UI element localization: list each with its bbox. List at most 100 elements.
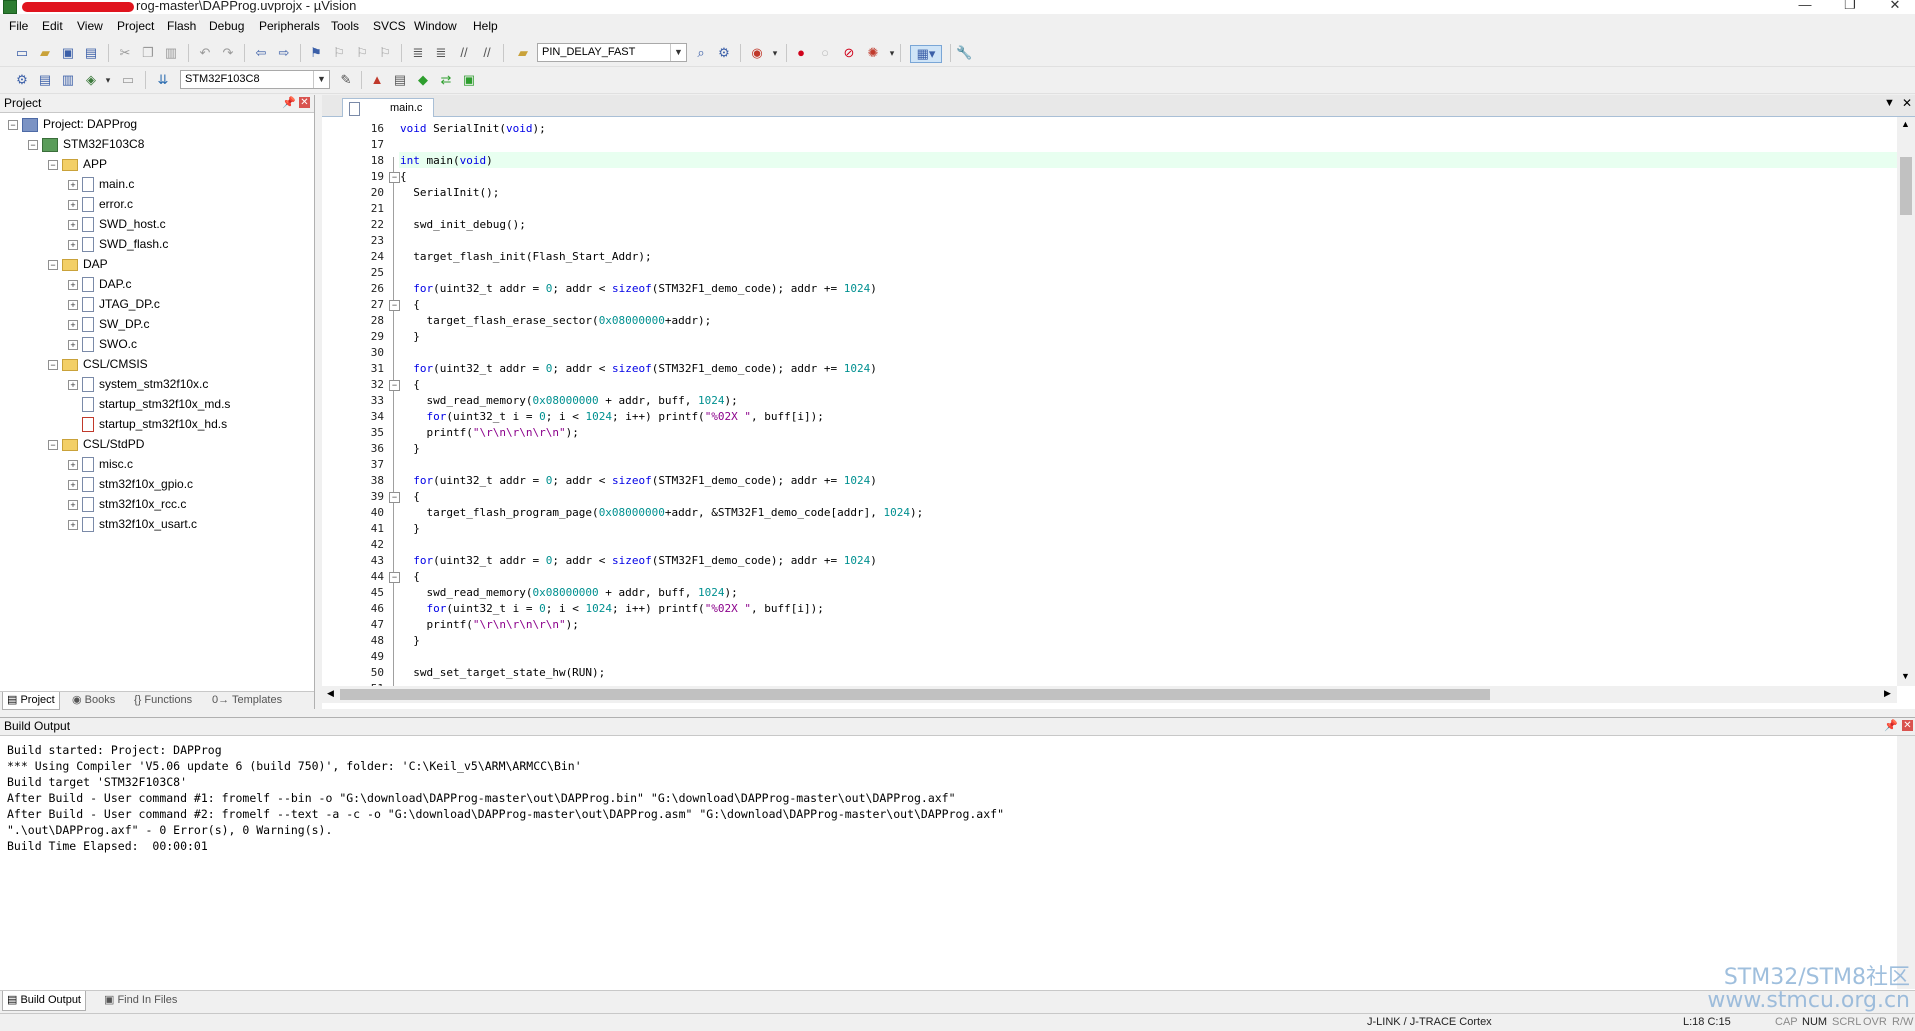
tree-project-root[interactable]: − Project: DAPProg — [8, 115, 137, 135]
close-tab-icon[interactable]: ✕ — [1902, 96, 1912, 110]
bookmark-next-icon[interactable]: ⚐ — [354, 45, 370, 61]
tree-group-app[interactable]: − APP — [48, 155, 107, 175]
expand-icon[interactable]: + — [68, 499, 78, 510]
tree-file[interactable]: + stm32f10x_gpio.c — [68, 475, 193, 495]
incremental-find-icon[interactable]: ⚙ — [716, 45, 732, 61]
nav-forward-icon[interactable]: ⇨ — [276, 45, 292, 61]
build-icon[interactable]: ▤ — [37, 72, 53, 88]
tree-file[interactable]: startup_stm32f10x_md.s — [82, 395, 230, 415]
build-output-text[interactable]: Build started: Project: DAPProg *** Using… — [0, 737, 1890, 987]
tab-templates[interactable]: 0→ Templates — [208, 692, 286, 709]
find-icon[interactable]: ⌕ — [693, 45, 709, 61]
tab-find-in-files[interactable]: ▣ Find In Files — [100, 991, 181, 1010]
find-in-files-icon[interactable]: ▰ — [515, 45, 531, 61]
menu-peripherals[interactable]: Peripherals — [259, 19, 320, 33]
menu-window[interactable]: Window — [414, 19, 457, 33]
bookmark-clear-icon[interactable]: ⚐ — [377, 45, 393, 61]
build-vertical-scrollbar[interactable] — [1897, 736, 1915, 989]
translate-icon[interactable]: ⚙ — [14, 72, 30, 88]
chevron-down-icon[interactable]: ▾ — [767, 45, 783, 61]
menu-view[interactable]: View — [77, 19, 103, 33]
pack-installer-icon[interactable]: ▤ — [392, 72, 408, 88]
collapse-icon[interactable]: − — [48, 439, 58, 450]
close-icon[interactable]: ✕ — [1902, 720, 1913, 731]
vertical-scroll-thumb[interactable] — [1900, 157, 1912, 215]
fold-toggle-icon[interactable]: − — [389, 492, 400, 503]
close-window-button[interactable]: ✕ — [1880, 0, 1910, 13]
chevron-down-icon[interactable]: ▾ — [100, 72, 116, 88]
tree-file[interactable]: + stm32f10x_rcc.c — [68, 495, 186, 515]
tree-file[interactable]: + SW_DP.c — [68, 315, 149, 335]
bookmark-toggle-icon[interactable]: ⚑ — [308, 45, 324, 61]
tab-books[interactable]: ◉ Books — [68, 692, 119, 709]
target-combo[interactable]: STM32F103C8 ▼ — [180, 70, 330, 89]
expand-icon[interactable]: + — [68, 239, 78, 250]
tree-file[interactable]: + DAP.c — [68, 275, 131, 295]
download-icon[interactable]: ⇊ — [155, 72, 171, 88]
collapse-icon[interactable]: − — [48, 359, 58, 370]
scroll-left-icon[interactable]: ◀ — [327, 688, 334, 699]
expand-icon[interactable]: + — [68, 219, 78, 230]
cut-icon[interactable]: ✂ — [117, 45, 133, 61]
scroll-down-icon[interactable]: ▼ — [1901, 671, 1910, 681]
manage-components-icon[interactable]: ▲ — [369, 72, 385, 88]
scroll-right-icon[interactable]: ▶ — [1884, 688, 1891, 699]
comment-icon[interactable]: // — [456, 45, 472, 61]
configure-icon[interactable]: 🔧 — [956, 45, 972, 61]
save-all-icon[interactable]: ▤ — [83, 45, 99, 61]
breakpoint-disable-icon[interactable]: ⊘ — [841, 45, 857, 61]
tab-project[interactable]: ▤ Project — [2, 692, 60, 710]
fold-toggle-icon[interactable]: − — [389, 572, 400, 583]
tree-file-excluded[interactable]: startup_stm32f10x_hd.s — [82, 415, 227, 435]
chevron-down-icon[interactable]: ▼ — [313, 71, 329, 88]
unindent-icon[interactable]: ≣ — [433, 45, 449, 61]
fold-toggle-icon[interactable]: − — [389, 300, 400, 311]
tree-file[interactable]: + stm32f10x_usart.c — [68, 515, 197, 535]
expand-icon[interactable]: + — [68, 199, 78, 210]
collapse-icon[interactable]: − — [48, 259, 58, 270]
expand-icon[interactable]: + — [68, 459, 78, 470]
tab-build-output[interactable]: ▤ Build Output — [2, 991, 86, 1011]
tree-group-stdpd[interactable]: − CSL/StdPD — [48, 435, 144, 455]
horizontal-scroll-thumb[interactable] — [340, 689, 1490, 700]
save-icon[interactable]: ▣ — [60, 45, 76, 61]
bookmark-prev-icon[interactable]: ⚐ — [331, 45, 347, 61]
debug-session-icon[interactable]: ◉ — [749, 45, 765, 61]
tree-file[interactable]: + main.c — [68, 175, 134, 195]
expand-icon[interactable]: + — [68, 339, 78, 350]
menu-tools[interactable]: Tools — [331, 19, 359, 33]
uncomment-icon[interactable]: // — [479, 45, 495, 61]
copy-icon[interactable]: ❐ — [140, 45, 156, 61]
expand-icon[interactable]: + — [68, 299, 78, 310]
tree-file[interactable]: + error.c — [68, 195, 133, 215]
expand-icon[interactable]: + — [68, 379, 78, 390]
new-file-icon[interactable]: ▭ — [14, 45, 30, 61]
maximize-button[interactable]: ❐ — [1835, 0, 1865, 13]
chevron-down-icon[interactable]: ▼ — [670, 44, 686, 61]
define-combo[interactable]: PIN_DELAY_FAST ▼ — [537, 43, 687, 62]
menu-flash[interactable]: Flash — [167, 19, 196, 33]
undo-icon[interactable]: ↶ — [197, 45, 213, 61]
select-packs-icon[interactable]: ◆ — [415, 72, 431, 88]
collapse-icon[interactable]: − — [48, 159, 58, 170]
expand-icon[interactable]: + — [68, 279, 78, 290]
manage-rte-icon[interactable]: ⇄ — [438, 72, 454, 88]
batch-build-icon[interactable]: ◈ — [83, 72, 99, 88]
expand-icon[interactable]: + — [68, 479, 78, 490]
expand-icon[interactable]: + — [68, 179, 78, 190]
code-area[interactable]: void SerialInit(void); int main(void) −{ S… — [322, 95, 1897, 686]
open-file-icon[interactable]: ▰ — [37, 45, 53, 61]
tree-file[interactable]: + misc.c — [68, 455, 133, 475]
scroll-up-icon[interactable]: ▲ — [1901, 119, 1910, 129]
menu-project[interactable]: Project — [117, 19, 154, 33]
breakpoint-kill-icon[interactable]: ✺ — [865, 45, 881, 61]
paste-icon[interactable]: ▥ — [163, 45, 179, 61]
pin-icon[interactable]: 📌 — [282, 96, 296, 109]
tree-file[interactable]: + SWD_host.c — [68, 215, 166, 235]
event-recorder-icon[interactable]: ▣ — [461, 72, 477, 88]
tree-group-dap[interactable]: − DAP — [48, 255, 108, 275]
close-icon[interactable]: ✕ — [299, 97, 310, 108]
horizontal-scrollbar[interactable]: ◀ ▶ — [322, 686, 1897, 703]
rebuild-icon[interactable]: ▥ — [60, 72, 76, 88]
tree-file[interactable]: + SWO.c — [68, 335, 137, 355]
